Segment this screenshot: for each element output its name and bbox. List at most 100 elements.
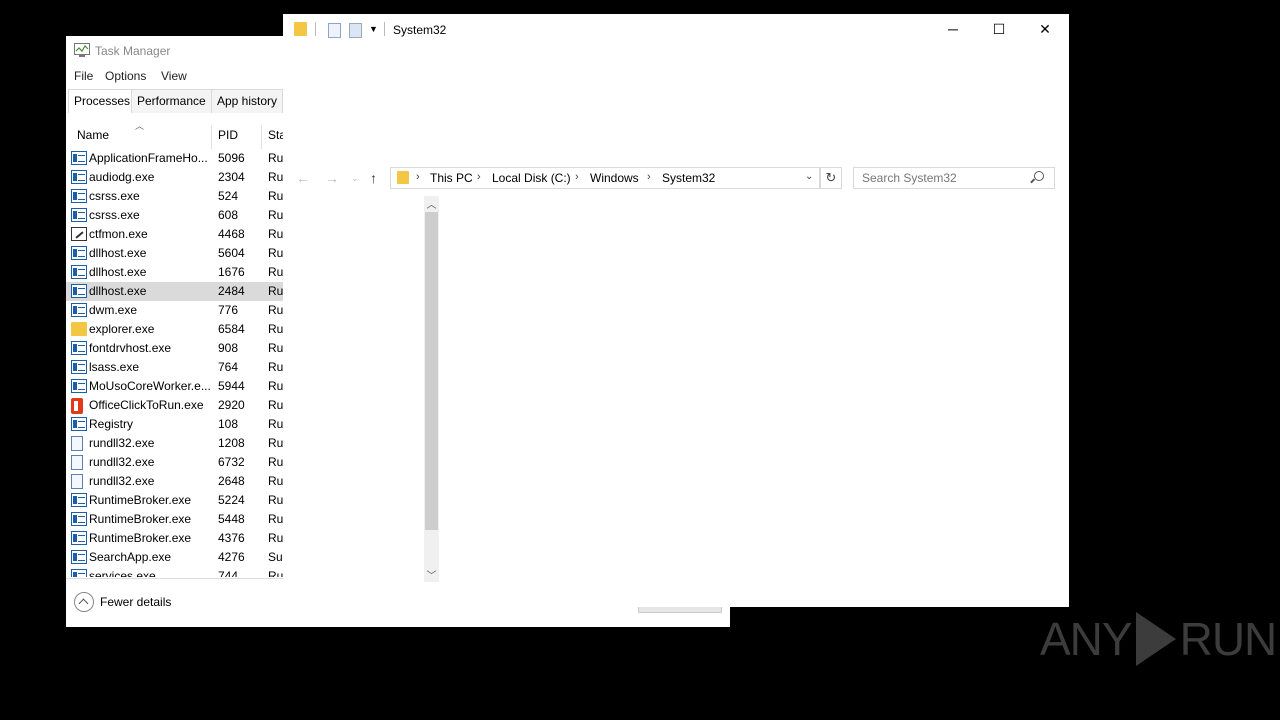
new-folder-icon[interactable] [349, 23, 362, 38]
process-pid: 5096 [218, 151, 245, 165]
tab-app-history[interactable]: App history [211, 89, 284, 113]
search-input[interactable]: Search System32 [862, 171, 957, 185]
column-name[interactable]: Name [77, 128, 109, 142]
process-row[interactable]: dllhost.exe 1676 Ru [66, 263, 283, 282]
process-name: fontdrvhost.exe [89, 341, 172, 355]
process-row[interactable]: ctfmon.exe 4468 Ru [66, 225, 283, 244]
task-manager-title: Task Manager [95, 44, 171, 58]
process-name: SearchApp.exe [89, 550, 172, 564]
process-pid: 6584 [218, 322, 245, 336]
recent-locations-icon[interactable]: ⌄ [351, 167, 359, 189]
app-window-icon [71, 360, 87, 374]
chevron-right-icon[interactable]: › [477, 171, 481, 183]
minimize-icon[interactable]: ─ [930, 14, 976, 44]
folder-icon [71, 322, 87, 336]
chevron-up-icon[interactable] [74, 592, 94, 612]
search-box[interactable]: Search System32 [853, 167, 1055, 189]
process-row[interactable]: RuntimeBroker.exe 5448 Ru [66, 510, 283, 529]
folder-icon [397, 171, 409, 184]
process-row[interactable]: ApplicationFrameHo... 5096 Ru [66, 149, 283, 168]
process-row[interactable]: csrss.exe 524 Ru [66, 187, 283, 206]
process-pid: 2304 [218, 170, 245, 184]
chevron-right-icon[interactable]: › [416, 171, 420, 183]
customize-toolbar-dropdown-icon[interactable]: ▼ [369, 24, 378, 34]
up-arrow-icon[interactable]: ↑ [370, 167, 377, 189]
process-pid: 2484 [218, 284, 245, 298]
menu-options[interactable]: Options [105, 69, 146, 83]
chevron-right-icon[interactable]: › [647, 171, 651, 183]
process-name: csrss.exe [89, 208, 140, 222]
process-name: RuntimeBroker.exe [89, 512, 192, 526]
tab-performance[interactable]: Performance [131, 89, 212, 113]
process-pid: 4376 [218, 531, 245, 545]
process-row[interactable]: OfficeClickToRun.exe 2920 Ru [66, 396, 283, 415]
refresh-icon[interactable]: ↻ [820, 167, 842, 189]
address-bar[interactable]: › This PC › Local Disk (C:) › Windows › … [390, 167, 820, 189]
breadcrumb-this-pc[interactable]: This PC [430, 171, 473, 185]
process-row[interactable]: rundll32.exe 6732 Ru [66, 453, 283, 472]
chevron-right-icon[interactable]: › [575, 171, 579, 183]
play-logo-icon [1135, 611, 1176, 666]
process-row[interactable]: RuntimeBroker.exe 5224 Ru [66, 491, 283, 510]
maximize-icon[interactable]: ☐ [976, 14, 1022, 44]
process-row[interactable]: csrss.exe 608 Ru [66, 206, 283, 225]
process-row[interactable]: rundll32.exe 1208 Ru [66, 434, 283, 453]
process-row[interactable]: Registry 108 Ru [66, 415, 283, 434]
process-row[interactable]: fontdrvhost.exe 908 Ru [66, 339, 283, 358]
process-status: Ru [268, 512, 283, 526]
folder-icon [294, 22, 307, 36]
process-status: Ru [268, 398, 283, 412]
column-pid[interactable]: PID [218, 128, 238, 142]
process-pid: 2920 [218, 398, 245, 412]
scroll-up-icon[interactable]: ︿ [424, 196, 439, 211]
process-row[interactable]: services.exe 744 Ru [66, 567, 283, 577]
process-row[interactable]: rundll32.exe 2648 Ru [66, 472, 283, 491]
fewer-details-link[interactable]: Fewer details [100, 595, 171, 609]
breadcrumb-windows[interactable]: Windows [590, 171, 639, 185]
document-icon [71, 455, 83, 470]
process-status: Ru [268, 151, 283, 165]
process-row[interactable]: dllhost.exe 5604 Ru [66, 244, 283, 263]
properties-icon[interactable] [328, 23, 341, 38]
process-row[interactable]: dllhost.exe 2484 Ru [66, 282, 283, 301]
process-row[interactable]: MoUsoCoreWorker.e... 5944 Ru [66, 377, 283, 396]
process-name: audiodg.exe [89, 170, 155, 184]
forward-arrow-icon[interactable]: → [325, 167, 339, 189]
process-row[interactable]: explorer.exe 6584 Ru [66, 320, 283, 339]
process-row[interactable]: RuntimeBroker.exe 4376 Ru [66, 529, 283, 548]
process-row[interactable]: dwm.exe 776 Ru [66, 301, 283, 320]
column-divider[interactable] [261, 125, 262, 149]
process-pid: 5448 [218, 512, 245, 526]
process-name: rundll32.exe [89, 474, 155, 488]
process-name: RuntimeBroker.exe [89, 531, 192, 545]
process-pid: 776 [218, 303, 239, 317]
process-status: Ru [268, 208, 283, 222]
scroll-down-icon[interactable]: ﹀ [424, 567, 439, 582]
document-icon [71, 436, 83, 451]
process-row[interactable]: SearchApp.exe 4276 Sus [66, 548, 283, 567]
breadcrumb-system32[interactable]: System32 [662, 171, 715, 185]
watermark-left: ANY [1040, 613, 1133, 665]
scrollbar-thumb[interactable] [425, 212, 438, 530]
toolbar-separator [384, 22, 385, 36]
explorer-title-bar[interactable]: ▼ System32 ─ ☐ ✕ [283, 14, 1069, 45]
vertical-scrollbar[interactable]: ︿ ﹀ [424, 196, 439, 582]
menu-file[interactable]: File [74, 69, 93, 83]
column-divider[interactable] [211, 125, 212, 149]
process-status: Ru [268, 189, 283, 203]
back-arrow-icon[interactable]: ← [296, 167, 310, 189]
process-name: explorer.exe [89, 322, 155, 336]
process-name: dllhost.exe [89, 246, 147, 260]
office-icon [71, 398, 83, 414]
breadcrumb-local-disk[interactable]: Local Disk (C:) [492, 171, 571, 185]
chevron-down-icon[interactable]: ⌄ [805, 171, 813, 182]
process-name: services.exe [89, 569, 156, 577]
tab-processes[interactable]: Processes [68, 89, 137, 113]
close-icon[interactable]: ✕ [1022, 14, 1068, 44]
menu-view[interactable]: View [161, 69, 187, 83]
process-status: Ru [268, 360, 283, 374]
process-row[interactable]: audiodg.exe 2304 Ru [66, 168, 283, 187]
process-row[interactable]: lsass.exe 764 Ru [66, 358, 283, 377]
process-pid: 5944 [218, 379, 245, 393]
process-pid: 2648 [218, 474, 245, 488]
